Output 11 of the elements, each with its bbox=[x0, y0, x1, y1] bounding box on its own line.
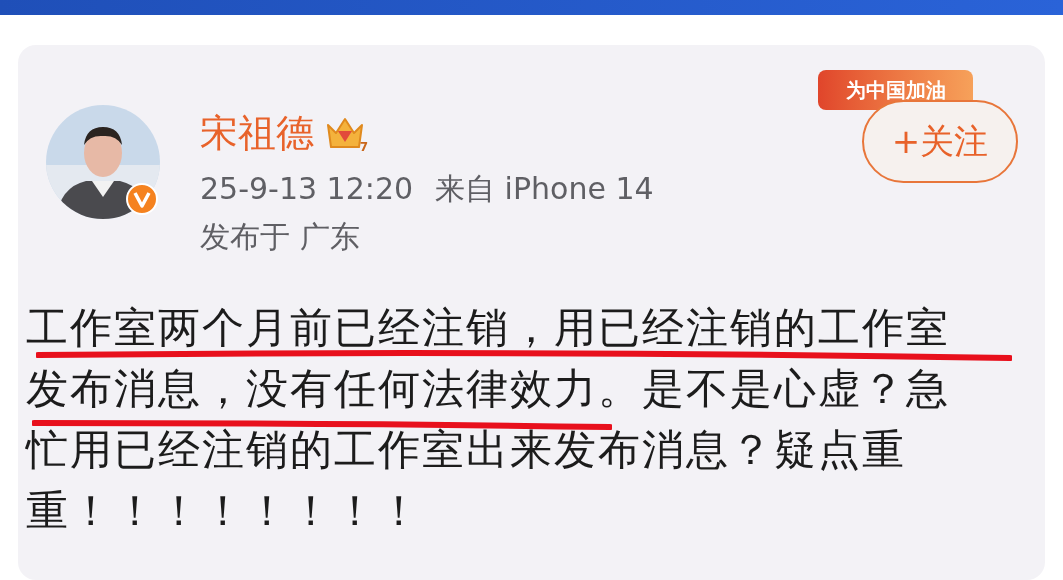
banner-text: 为中国加油 bbox=[845, 80, 946, 100]
author-name[interactable]: 宋祖德 bbox=[200, 114, 314, 152]
level-number: 7 bbox=[359, 141, 368, 153]
post-text-line: 忙用已经注销的工作室出来发布消息？疑点重 bbox=[26, 429, 906, 471]
post-text-line: 发布消息，没有任何法律效力。是不是心虚？急 bbox=[26, 368, 950, 410]
post-time: 25-9-13 12:20 bbox=[200, 170, 414, 208]
follow-button[interactable]: +关注 bbox=[862, 100, 1018, 183]
post-text-line: 工作室两个月前已经注销，用已经注销的工作室 bbox=[26, 307, 950, 349]
post-source: 来自 iPhone 14 bbox=[435, 170, 654, 208]
post-text-line: 重！！！！！！！！ bbox=[26, 490, 422, 532]
post-location: 发布于 广东 bbox=[200, 218, 360, 256]
